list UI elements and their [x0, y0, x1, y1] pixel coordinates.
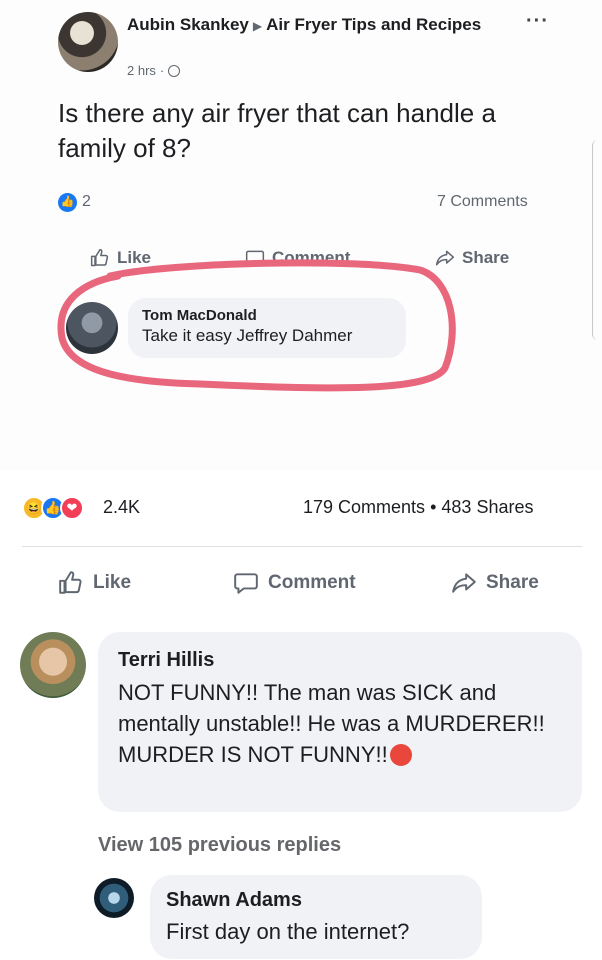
share-icon [452, 573, 476, 593]
divider [22, 546, 582, 547]
comment-text: NOT FUNNY!! The man was SICK and mentall… [118, 677, 558, 770]
reply-comment-bubble: Shawn Adams First day on the internet? [150, 875, 482, 959]
share-label: Share [486, 572, 539, 593]
commenter-avatar[interactable] [20, 632, 86, 698]
comment-bubble: Terri Hillis NOT FUNNY!! The man was SIC… [98, 632, 582, 812]
view-previous-replies-link[interactable]: View 105 previous replies [98, 834, 341, 857]
replier-name[interactable]: Shawn Adams [166, 887, 466, 913]
reply-comment-text: First day on the internet? [166, 919, 410, 944]
reaction-count[interactable]: 2.4K [103, 497, 140, 518]
comment-button[interactable]: Comment [233, 570, 356, 596]
inner-post-screenshot: Aubin Skankey ▶ Air Fryer Tips and Recipes… [0, 0, 602, 470]
commenter-name[interactable]: Terri Hillis [118, 647, 562, 673]
like-button[interactable]: Like [58, 570, 131, 596]
comment-body: NOT FUNNY!! The man was SICK and mentall… [118, 680, 545, 767]
comment-label: Comment [268, 572, 356, 593]
replier-avatar[interactable] [94, 878, 134, 918]
comments-count[interactable]: 179 Comments [303, 497, 425, 517]
edge-artifact [592, 140, 600, 340]
highlight-circle [57, 259, 456, 392]
thumbs-up-icon [59, 571, 82, 594]
reactions-summary[interactable]: 😆 👍 ❤ [22, 496, 84, 520]
stats-separator: • [430, 497, 437, 517]
like-label: Like [93, 572, 132, 593]
share-button[interactable]: Share [451, 570, 539, 596]
shares-count[interactable]: 483 Shares [441, 497, 533, 517]
love-reaction-icon: ❤ [60, 496, 84, 520]
comment-icon [234, 573, 258, 594]
angry-face-icon [389, 744, 412, 766]
post-stats: 179 Comments • 483 Shares [303, 497, 533, 518]
